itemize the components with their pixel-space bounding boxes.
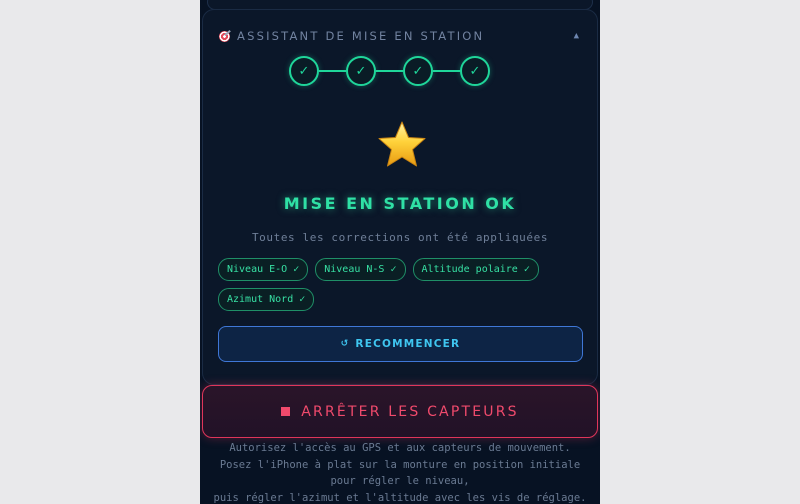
chevron-up-icon[interactable]: ▲ [574, 31, 579, 41]
star-icon [378, 121, 426, 167]
stop-icon [281, 407, 291, 416]
completed-corrections: Niveau E-O ✓ Niveau N-S ✓ Altitude polai… [218, 258, 584, 311]
refresh-icon: ↺ [340, 339, 350, 349]
instruction-line: puis régler l'azimut et l'altitude avec … [213, 491, 587, 504]
step-2-check-icon: ✓ [346, 56, 376, 86]
stop-sensors-button[interactable]: ARRÊTER LES CAPTEURS [202, 385, 598, 438]
step-4-check-icon: ✓ [460, 56, 490, 86]
chip-niveau-ns: Niveau N-S ✓ [315, 258, 406, 281]
progress-stepper: ✓ ✓ ✓ ✓ [289, 56, 490, 86]
success-subtitle: Toutes les corrections ont été appliquée… [251, 231, 549, 244]
instruction-line: pour régler le niveau, [330, 475, 470, 487]
card-header[interactable]: ASSISTANT DE MISE EN STATION ▲ [219, 28, 581, 44]
chip-azimut-nord: Azimut Nord ✓ [218, 288, 315, 311]
step-1-check-icon: ✓ [289, 56, 319, 86]
step-connector [433, 70, 460, 72]
instructions-text: Autorisez l'accès au GPS et aux capteurs… [200, 440, 600, 504]
target-icon [219, 30, 230, 42]
step-3-check-icon: ✓ [403, 56, 433, 86]
instruction-line: Posez l'iPhone à plat sur la monture en … [219, 458, 581, 471]
app-screen: ASSISTANT DE MISE EN STATION ▲ ✓ ✓ ✓ ✓ M… [200, 0, 600, 504]
chip-altitude-polaire: Altitude polaire ✓ [412, 258, 539, 281]
chip-niveau-eo: Niveau E-O ✓ [218, 258, 309, 281]
card-title: ASSISTANT DE MISE EN STATION [237, 29, 485, 43]
stop-sensors-label: ARRÊTER LES CAPTEURS [301, 403, 519, 420]
step-connector [319, 70, 346, 72]
restart-label: RECOMMENCER [355, 338, 461, 350]
instruction-line: Autorisez l'accès au GPS et aux capteurs… [229, 442, 571, 454]
success-title: MISE EN STATION OK [283, 194, 517, 213]
alignment-assistant-card: ASSISTANT DE MISE EN STATION ▲ ✓ ✓ ✓ ✓ M… [202, 9, 598, 385]
restart-button[interactable]: ↺ RECOMMENCER [218, 326, 583, 362]
step-connector [376, 70, 403, 72]
